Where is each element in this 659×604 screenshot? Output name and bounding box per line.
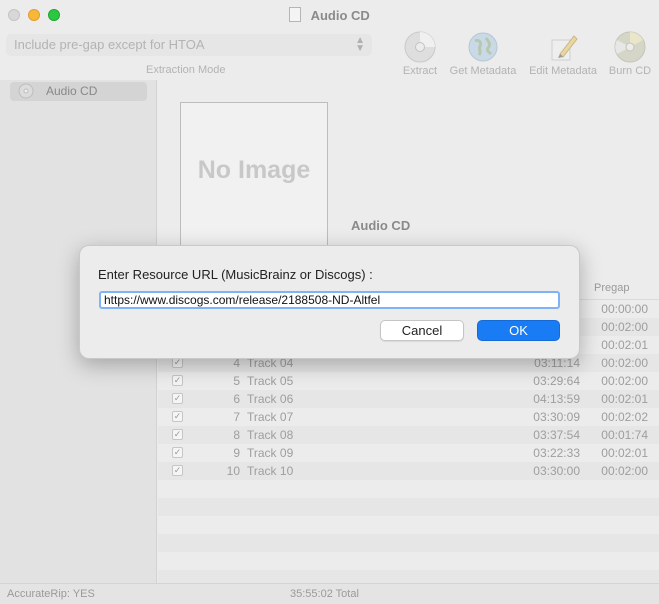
cell-duration: 04:13:59 bbox=[533, 392, 580, 406]
pencil-icon bbox=[551, 35, 578, 61]
cell-track-number: 9 bbox=[233, 446, 240, 460]
cell-pregap: 00:02:01 bbox=[601, 392, 648, 406]
edit-metadata-label: Edit Metadata bbox=[529, 65, 597, 77]
table-row[interactable]: ✓ 9 Track 09 03:22:33 00:02:01 bbox=[158, 444, 659, 462]
cell-pregap: 00:00:00 bbox=[601, 302, 648, 316]
album-cover[interactable]: No Image bbox=[180, 102, 328, 250]
cell-track-number: 10 bbox=[226, 464, 240, 478]
cell-pregap: 00:02:02 bbox=[601, 410, 648, 424]
extraction-mode-select[interactable]: Include pre-gap except for HTOA ▲ ▼ bbox=[6, 34, 372, 56]
cell-pregap: 00:02:01 bbox=[601, 338, 648, 352]
status-bar: AccurateRip: YES 35:55:02 Total bbox=[0, 583, 659, 604]
table-row[interactable]: ✓ 8 Track 08 03:37:54 00:01:74 bbox=[158, 426, 659, 444]
cell-track-title: Track 10 bbox=[247, 464, 294, 478]
app-window: Audio CD Include pre-gap except for HTOA… bbox=[0, 0, 659, 604]
cd-icon bbox=[18, 83, 34, 99]
track-checkbox[interactable]: ✓ bbox=[172, 465, 183, 476]
cancel-button[interactable]: Cancel bbox=[380, 320, 464, 341]
cell-track-title: Track 06 bbox=[247, 392, 294, 406]
sidebar-item-label: Audio CD bbox=[46, 84, 98, 98]
extract-label: Extract bbox=[402, 65, 438, 77]
album-title: Audio CD bbox=[351, 218, 411, 233]
dialog-prompt: Enter Resource URL (MusicBrainz or Disco… bbox=[98, 267, 373, 282]
extraction-mode-value: Include pre-gap except for HTOA bbox=[14, 37, 205, 52]
cell-pregap: 00:02:00 bbox=[601, 320, 648, 334]
burn-cd-button[interactable]: Burn CD bbox=[606, 30, 654, 80]
accuraterip-status: AccurateRip: YES bbox=[7, 588, 95, 600]
column-header-pregap[interactable]: Pregap bbox=[594, 282, 629, 294]
cell-duration: 03:22:33 bbox=[533, 446, 580, 460]
sidebar-item-audio-cd[interactable]: Audio CD bbox=[10, 82, 147, 101]
empty-row bbox=[158, 534, 659, 552]
cell-duration: 03:37:54 bbox=[533, 428, 580, 442]
cell-track-title: Track 09 bbox=[247, 446, 294, 460]
edit-metadata-button[interactable]: Edit Metadata bbox=[525, 30, 601, 80]
empty-row bbox=[158, 516, 659, 534]
extract-button[interactable]: Extract bbox=[400, 30, 440, 80]
cell-track-title: Track 07 bbox=[247, 410, 294, 424]
table-row[interactable]: ✓ 6 Track 06 04:13:59 00:02:01 bbox=[158, 390, 659, 408]
cell-track-number: 6 bbox=[233, 392, 240, 406]
empty-row bbox=[158, 480, 659, 498]
cell-pregap: 00:02:00 bbox=[601, 464, 648, 478]
track-checkbox[interactable]: ✓ bbox=[172, 447, 183, 458]
cell-track-number: 5 bbox=[233, 374, 240, 388]
cell-track-title: Track 05 bbox=[247, 374, 294, 388]
window-title: Audio CD bbox=[310, 8, 370, 23]
cell-duration: 03:30:09 bbox=[533, 410, 580, 424]
total-duration: 35:55:02 Total bbox=[290, 588, 359, 600]
cell-pregap: 00:02:00 bbox=[601, 356, 648, 370]
track-checkbox[interactable]: ✓ bbox=[172, 429, 183, 440]
get-metadata-button[interactable]: Get Metadata bbox=[446, 30, 520, 80]
track-checkbox[interactable]: ✓ bbox=[172, 393, 183, 404]
no-image-placeholder: No Image bbox=[197, 156, 311, 184]
empty-row bbox=[158, 552, 659, 570]
cell-track-number: 7 bbox=[233, 410, 240, 424]
globe-icon bbox=[468, 32, 498, 62]
table-row[interactable]: ✓ 10 Track 10 03:30:00 00:02:00 bbox=[158, 462, 659, 480]
burn-cd-label: Burn CD bbox=[608, 65, 652, 77]
cell-pregap: 00:02:01 bbox=[601, 446, 648, 460]
table-row[interactable]: ✓ 5 Track 05 03:29:64 00:02:00 bbox=[158, 372, 659, 390]
empty-row bbox=[158, 498, 659, 516]
cell-pregap: 00:01:74 bbox=[601, 428, 648, 442]
cell-duration: 03:30:00 bbox=[533, 464, 580, 478]
document-icon bbox=[289, 7, 302, 22]
window-title-group: Audio CD bbox=[0, 7, 659, 23]
cell-track-number: 8 bbox=[233, 428, 240, 442]
extraction-mode-label: Extraction Mode bbox=[146, 64, 226, 76]
track-checkbox[interactable]: ✓ bbox=[172, 375, 183, 386]
chevron-updown-icon: ▲ ▼ bbox=[355, 35, 365, 54]
cell-pregap: 00:02:00 bbox=[601, 374, 648, 388]
title-bar: Audio CD bbox=[0, 0, 659, 30]
burn-disc-icon bbox=[614, 31, 646, 63]
cd-disc-icon bbox=[404, 31, 436, 63]
resource-url-dialog: Enter Resource URL (MusicBrainz or Disco… bbox=[79, 245, 580, 359]
cell-track-title: Track 08 bbox=[247, 428, 294, 442]
ok-button[interactable]: OK bbox=[477, 320, 560, 341]
table-row[interactable]: ✓ 7 Track 07 03:30:09 00:02:02 bbox=[158, 408, 659, 426]
resource-url-input[interactable] bbox=[99, 291, 560, 309]
get-metadata-label: Get Metadata bbox=[449, 65, 517, 77]
track-checkbox[interactable]: ✓ bbox=[172, 411, 183, 422]
cell-duration: 03:29:64 bbox=[533, 374, 580, 388]
